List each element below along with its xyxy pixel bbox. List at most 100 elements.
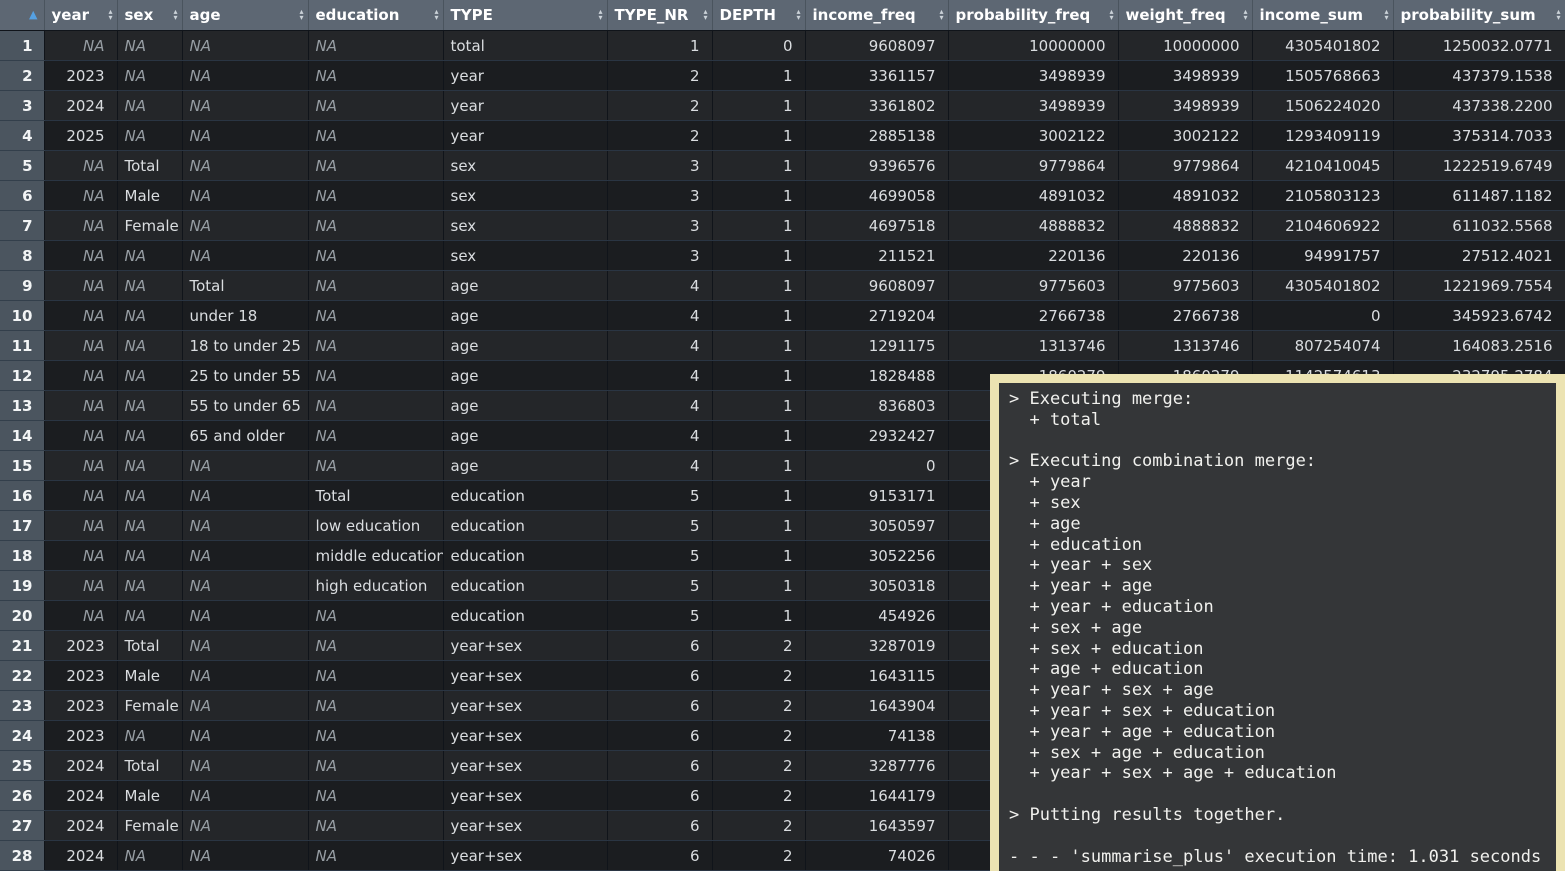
cell-weight_freq: 3002122 bbox=[1118, 121, 1252, 151]
sort-toggle-icon[interactable]: ▴▾ bbox=[703, 9, 707, 21]
cell-probability_freq: 10000000 bbox=[948, 31, 1118, 61]
cell-year: NA bbox=[44, 481, 117, 511]
cell-year: NA bbox=[44, 181, 117, 211]
corner-sort-header[interactable]: ▲ bbox=[0, 0, 44, 31]
cell-type: age bbox=[443, 421, 607, 451]
row-number: 24 bbox=[0, 721, 44, 751]
sort-toggle-icon[interactable]: ▴▾ bbox=[939, 9, 943, 21]
cell-depth: 2 bbox=[712, 751, 805, 781]
cell-income_sum: 2105803123 bbox=[1252, 181, 1393, 211]
cell-year: 2023 bbox=[44, 631, 117, 661]
cell-depth: 1 bbox=[712, 151, 805, 181]
cell-sex: Female bbox=[117, 211, 182, 241]
row-number: 14 bbox=[0, 421, 44, 451]
cell-age: 55 to under 65 bbox=[182, 391, 308, 421]
cell-age: NA bbox=[182, 721, 308, 751]
cell-age: 65 and older bbox=[182, 421, 308, 451]
cell-type_nr: 3 bbox=[607, 181, 712, 211]
cell-type_nr: 5 bbox=[607, 541, 712, 571]
cell-type: age bbox=[443, 301, 607, 331]
cell-education: NA bbox=[308, 361, 443, 391]
cell-depth: 2 bbox=[712, 631, 805, 661]
cell-sex: Male bbox=[117, 661, 182, 691]
cell-type: year bbox=[443, 61, 607, 91]
cell-probability_sum: 611032.5568 bbox=[1393, 211, 1565, 241]
sort-toggle-icon[interactable]: ▴▾ bbox=[1384, 9, 1388, 21]
cell-income_freq: 836803 bbox=[805, 391, 948, 421]
cell-year: NA bbox=[44, 301, 117, 331]
column-header-type[interactable]: TYPE▴▾ bbox=[443, 0, 607, 31]
cell-year: 2024 bbox=[44, 751, 117, 781]
cell-depth: 1 bbox=[712, 61, 805, 91]
cell-type_nr: 6 bbox=[607, 841, 712, 871]
cell-type: year+sex bbox=[443, 751, 607, 781]
cell-sex: Total bbox=[117, 151, 182, 181]
cell-age: NA bbox=[182, 781, 308, 811]
cell-type_nr: 5 bbox=[607, 511, 712, 541]
sort-toggle-icon[interactable]: ▴▾ bbox=[796, 9, 800, 21]
cell-type_nr: 3 bbox=[607, 211, 712, 241]
cell-education: NA bbox=[308, 91, 443, 121]
cell-education: NA bbox=[308, 841, 443, 871]
column-label: income_sum bbox=[1260, 6, 1364, 24]
console-output: > Executing merge: + total > Executing c… bbox=[999, 383, 1556, 867]
cell-depth: 1 bbox=[712, 601, 805, 631]
cell-probability_freq: 3002122 bbox=[948, 121, 1118, 151]
column-label: sex bbox=[125, 6, 154, 24]
table-row: 1NANANANAtotal10960809710000000100000004… bbox=[0, 31, 1565, 61]
cell-depth: 1 bbox=[712, 361, 805, 391]
cell-education: low education bbox=[308, 511, 443, 541]
sort-toggle-icon[interactable]: ▴▾ bbox=[299, 9, 303, 21]
column-header-income_freq[interactable]: income_freq▴▾ bbox=[805, 0, 948, 31]
column-header-age[interactable]: age▴▾ bbox=[182, 0, 308, 31]
sort-ascending-arrow-icon[interactable]: ▲ bbox=[29, 8, 37, 21]
cell-education: NA bbox=[308, 721, 443, 751]
cell-type: sex bbox=[443, 241, 607, 271]
cell-year: NA bbox=[44, 451, 117, 481]
sort-toggle-icon[interactable]: ▴▾ bbox=[598, 9, 602, 21]
table-row: 9NANATotalNAage4196080979775603977560343… bbox=[0, 271, 1565, 301]
cell-year: NA bbox=[44, 511, 117, 541]
cell-education: NA bbox=[308, 691, 443, 721]
row-number: 16 bbox=[0, 481, 44, 511]
cell-age: NA bbox=[182, 451, 308, 481]
column-header-weight_freq[interactable]: weight_freq▴▾ bbox=[1118, 0, 1252, 31]
column-label: probability_freq bbox=[956, 6, 1091, 24]
cell-education: NA bbox=[308, 31, 443, 61]
cell-probability_freq: 9775603 bbox=[948, 271, 1118, 301]
cell-depth: 2 bbox=[712, 691, 805, 721]
sort-toggle-icon[interactable]: ▴▾ bbox=[434, 9, 438, 21]
row-number: 2 bbox=[0, 61, 44, 91]
cell-type_nr: 5 bbox=[607, 571, 712, 601]
cell-type: age bbox=[443, 451, 607, 481]
sort-toggle-icon[interactable]: ▴▾ bbox=[1243, 9, 1247, 21]
column-header-income_sum[interactable]: income_sum ▴▾ bbox=[1252, 0, 1393, 31]
cell-type: year+sex bbox=[443, 691, 607, 721]
cell-income_sum: 2104606922 bbox=[1252, 211, 1393, 241]
sort-toggle-icon[interactable]: ▴▾ bbox=[108, 9, 112, 21]
row-number: 23 bbox=[0, 691, 44, 721]
column-header-depth[interactable]: DEPTH▴▾ bbox=[712, 0, 805, 31]
sort-toggle-icon[interactable]: ▴▾ bbox=[1556, 9, 1560, 21]
column-header-probability_sum[interactable]: probability_sum▴▾ bbox=[1393, 0, 1565, 31]
sort-toggle-icon[interactable]: ▴▾ bbox=[173, 9, 177, 21]
column-header-education[interactable]: education▴▾ bbox=[308, 0, 443, 31]
cell-probability_freq: 2766738 bbox=[948, 301, 1118, 331]
column-header-sex[interactable]: sex ▴▾ bbox=[117, 0, 182, 31]
column-header-probability_freq[interactable]: probability_freq ▴▾ bbox=[948, 0, 1118, 31]
data-viewer: ▲year▴▾sex▴▾age▴▾education▴▾TYPE▴▾TYPE_N… bbox=[0, 0, 1565, 871]
sort-toggle-icon[interactable]: ▴▾ bbox=[1109, 9, 1113, 21]
cell-type: sex bbox=[443, 211, 607, 241]
cell-type: age bbox=[443, 331, 607, 361]
cell-probability_sum: 611487.1182 bbox=[1393, 181, 1565, 211]
cell-income_freq: 2932427 bbox=[805, 421, 948, 451]
cell-weight_freq: 4888832 bbox=[1118, 211, 1252, 241]
cell-education: Total bbox=[308, 481, 443, 511]
cell-type_nr: 3 bbox=[607, 241, 712, 271]
column-header-year[interactable]: year▴▾ bbox=[44, 0, 117, 31]
cell-type: year+sex bbox=[443, 781, 607, 811]
cell-education: middle education bbox=[308, 541, 443, 571]
column-header-type_nr[interactable]: TYPE_NR▴▾ bbox=[607, 0, 712, 31]
cell-type_nr: 6 bbox=[607, 751, 712, 781]
cell-type: sex bbox=[443, 181, 607, 211]
